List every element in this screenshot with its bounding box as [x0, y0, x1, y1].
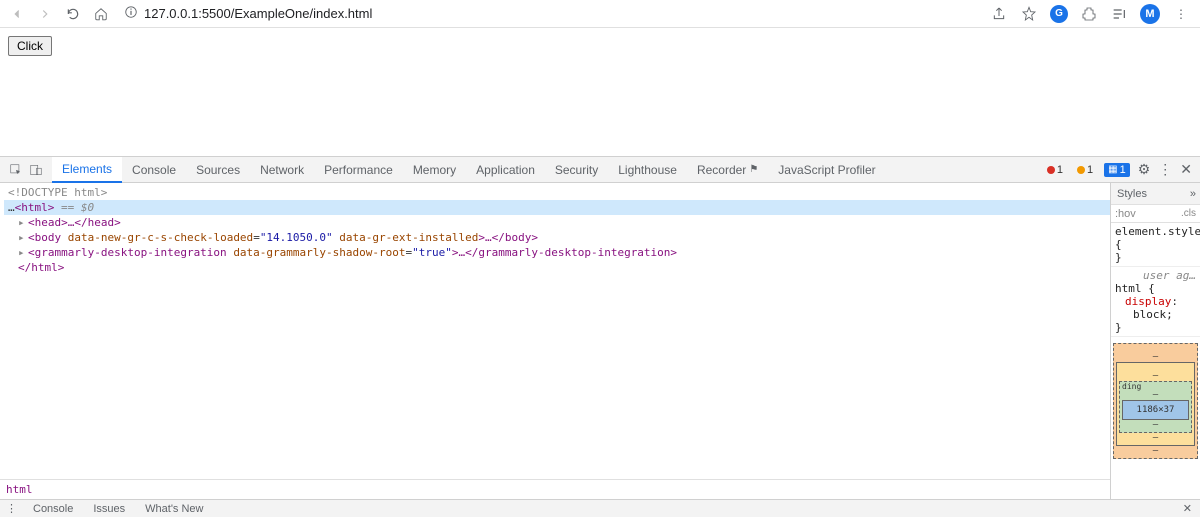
tab-recorder[interactable]: Recorder⚑ — [687, 157, 768, 183]
tab-security[interactable]: Security — [545, 157, 608, 183]
inspect-element-icon[interactable] — [6, 160, 26, 180]
tab-network[interactable]: Network — [250, 157, 314, 183]
bookmark-icon[interactable] — [1020, 5, 1038, 23]
drawer-tab-issues[interactable]: Issues — [83, 503, 135, 515]
address-bar[interactable]: 127.0.0.1:5500/ExampleOne/index.html — [118, 5, 984, 22]
styles-panel: Styles » :hov .cls element.style { } use… — [1110, 183, 1200, 499]
box-model-content: 1186×37 — [1122, 400, 1189, 420]
dom-html-open[interactable]: …<html> == $0 — [4, 200, 1110, 215]
home-button[interactable] — [90, 3, 112, 25]
devtools-menu-icon[interactable]: ⋮ — [1158, 161, 1172, 178]
tab-performance[interactable]: Performance — [314, 157, 403, 183]
element-style-block[interactable]: element.style { } — [1111, 223, 1200, 267]
page-viewport: Click — [0, 28, 1200, 156]
dom-html-close[interactable]: </html> — [4, 260, 1110, 275]
drawer-tab-console[interactable]: Console — [23, 503, 83, 515]
warning-count[interactable]: 1 — [1074, 164, 1096, 176]
dom-tree[interactable]: <!DOCTYPE html> …<html> == $0 ▸<head>…</… — [0, 183, 1110, 479]
cls-toggle[interactable]: .cls — [1181, 208, 1196, 219]
tab-elements[interactable]: Elements — [52, 157, 122, 183]
ua-style-block[interactable]: user ag… html { display: block; } — [1111, 267, 1200, 337]
drawer-tab-whatsnew[interactable]: What's New — [135, 503, 213, 515]
error-dot-icon — [1047, 166, 1055, 174]
settings-icon[interactable]: ⚙ — [1138, 161, 1151, 178]
tab-lighthouse[interactable]: Lighthouse — [608, 157, 687, 183]
issues-icon: ▦ — [1108, 164, 1117, 175]
home-icon — [94, 7, 108, 21]
elements-panel: <!DOCTYPE html> …<html> == $0 ▸<head>…</… — [0, 183, 1110, 499]
back-button[interactable] — [6, 3, 28, 25]
dom-body[interactable]: ▸<body data-new-gr-c-s-check-loaded="14.… — [4, 230, 1110, 245]
drawer-menu-icon[interactable]: ⋮ — [0, 502, 23, 515]
tab-js-profiler[interactable]: JavaScript Profiler — [768, 157, 885, 183]
forward-button[interactable] — [34, 3, 56, 25]
extensions-icon[interactable] — [1080, 5, 1098, 23]
breadcrumb[interactable]: html — [0, 479, 1110, 499]
arrow-right-icon — [38, 7, 52, 21]
devtools: Elements Console Sources Network Perform… — [0, 156, 1200, 517]
share-icon[interactable] — [990, 5, 1008, 23]
kebab-menu-icon[interactable]: ⋮ — [1172, 5, 1190, 23]
dom-grammarly[interactable]: ▸<grammarly-desktop-integration data-gra… — [4, 245, 1110, 260]
tab-memory[interactable]: Memory — [403, 157, 466, 183]
profile-avatar[interactable]: M — [1140, 4, 1160, 24]
styles-tab[interactable]: Styles — [1111, 188, 1153, 200]
tab-console[interactable]: Console — [122, 157, 186, 183]
drawer: ⋮ Console Issues What's New ✕ — [0, 499, 1200, 517]
tab-sources[interactable]: Sources — [186, 157, 250, 183]
device-toggle-icon[interactable] — [26, 160, 46, 180]
click-button[interactable]: Click — [8, 36, 52, 56]
extension-grammarly-icon[interactable]: G — [1050, 5, 1068, 23]
dom-doctype[interactable]: <!DOCTYPE html> — [4, 185, 1110, 200]
preview-badge-icon: ⚑ — [749, 164, 758, 175]
tab-application[interactable]: Application — [466, 157, 545, 183]
reload-button[interactable] — [62, 3, 84, 25]
error-count[interactable]: 1 — [1044, 164, 1066, 176]
site-info-icon[interactable] — [124, 5, 138, 22]
hov-toggle[interactable]: :hov — [1115, 208, 1136, 220]
browser-toolbar: 127.0.0.1:5500/ExampleOne/index.html G M… — [0, 0, 1200, 28]
box-model[interactable]: – – ding – 1186×37 – – – — [1111, 337, 1200, 465]
dom-head[interactable]: ▸<head>…</head> — [4, 215, 1110, 230]
toolbar-right: G M ⋮ — [990, 4, 1194, 24]
arrow-left-icon — [10, 7, 24, 21]
issues-count[interactable]: ▦1 — [1104, 163, 1130, 177]
url-text: 127.0.0.1:5500/ExampleOne/index.html — [144, 6, 372, 21]
styles-more-icon[interactable]: » — [1186, 188, 1200, 200]
devtools-close-icon[interactable]: ✕ — [1180, 161, 1192, 178]
styles-filter[interactable]: :hov .cls — [1111, 205, 1200, 223]
devtools-tabs: Elements Console Sources Network Perform… — [0, 157, 1200, 183]
warning-dot-icon — [1077, 166, 1085, 174]
reading-list-icon[interactable] — [1110, 5, 1128, 23]
reload-icon — [66, 7, 80, 21]
drawer-close-icon[interactable]: ✕ — [1175, 502, 1200, 515]
